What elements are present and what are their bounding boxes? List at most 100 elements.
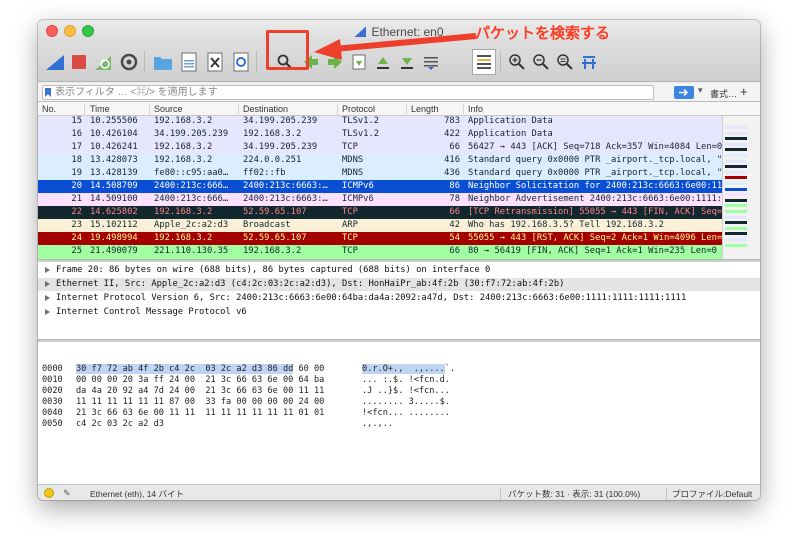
zoom-out-icon[interactable] xyxy=(530,51,552,73)
packet-row[interactable]: 21 14.509100 2400:213c:666… 2400:213c:6663:… xyxy=(38,193,722,206)
packet-row[interactable]: 23 15.102112 Apple_2c:a2:d3 Broadcast ARP 42 W… xyxy=(38,219,722,232)
stop-capture-icon[interactable] xyxy=(68,51,90,73)
packet-cell-dst: 192.168.3.2 xyxy=(243,246,302,256)
packet-row[interactable]: 19 13.428139 fe80::c95:aa0… ff02::fb MDNS 436… xyxy=(38,167,722,180)
status-profile[interactable]: プロファイル:Default xyxy=(672,488,752,500)
hex-bytes[interactable]: 11 11 11 11 11 11 87 00 33 fa 00 00 00 0… xyxy=(76,397,324,408)
column-header-protocol[interactable]: Protocol xyxy=(342,104,375,114)
detail-tree-label: Internet Protocol Version 6, Src: 2400:2… xyxy=(56,293,687,303)
packet-row[interactable]: 16 10.426104 34.199.205.239 192.168.3.2 TLSv… xyxy=(38,128,722,141)
packet-row[interactable]: 15 10.255506 192.168.3.2 34.199.205.239 TLSv… xyxy=(38,116,722,128)
close-file-icon[interactable] xyxy=(204,51,226,73)
detail-tree-label: Frame 20: 86 bytes on wire (688 bits), 8… xyxy=(56,265,491,275)
detail-tree-item[interactable]: Frame 20: 86 bytes on wire (688 bits), 8… xyxy=(38,264,760,277)
filter-history-dropdown[interactable]: ▾ xyxy=(698,85,703,96)
edit-comment-icon[interactable]: ✎ xyxy=(63,488,71,499)
expand-triangle-icon[interactable] xyxy=(45,295,50,301)
packet-cell-src: 2400:213c:666… xyxy=(154,194,229,204)
packet-cell-time: 13.428073 xyxy=(90,155,138,165)
annotation-arrow xyxy=(314,33,477,60)
hex-bytes-rest: 11 11 11 11 11 11 87 00 33 fa 00 00 00 0… xyxy=(76,397,325,407)
restart-capture-icon[interactable] xyxy=(92,51,114,73)
packet-row[interactable]: 22 14.625802 192.168.3.2 52.59.65.107 TCP 66 [… xyxy=(38,206,722,219)
display-filter-placeholder: 表示フィルタ … <⌘/> を適用します xyxy=(55,87,218,98)
minimap-mark xyxy=(725,232,747,236)
toolbar-separator xyxy=(144,51,145,73)
expand-triangle-icon[interactable] xyxy=(45,309,50,315)
packet-cell-time: 15.102112 xyxy=(90,220,138,230)
bookmark-icon[interactable] xyxy=(45,88,51,97)
packet-cell-proto: TCP xyxy=(342,246,358,256)
packet-cell-proto: TCP xyxy=(342,207,358,217)
packet-cell-len: 436 xyxy=(444,168,460,178)
packet-cell-info: 56427 → 443 [ACK] Seq=718 Ack=357 Win=40… xyxy=(468,142,722,152)
ascii-bytes[interactable]: 0.r.O+., .,....`. xyxy=(362,364,455,375)
display-filter-input[interactable]: 表示フィルタ … <⌘/> を適用します xyxy=(42,85,654,100)
zoom-in-icon[interactable] xyxy=(506,51,528,73)
add-filter-button[interactable]: + xyxy=(740,84,748,99)
reload-file-icon[interactable] xyxy=(230,51,252,73)
expand-triangle-icon[interactable] xyxy=(45,267,50,273)
minimap-mark xyxy=(725,170,747,174)
hex-bytes[interactable]: 21 3c 66 63 6e 00 11 11 11 11 11 11 11 1… xyxy=(76,408,324,419)
column-header-source[interactable]: Source xyxy=(154,104,183,114)
open-file-icon[interactable] xyxy=(152,51,174,73)
column-header-no[interactable]: No. xyxy=(42,104,56,114)
packet-cell-info: Standard query 0x0000 PTR _airport._tcp.… xyxy=(468,168,722,178)
packet-row[interactable]: 24 19.498994 192.168.3.2 52.59.65.107 TCP 54 5… xyxy=(38,232,722,245)
minimap-mark xyxy=(725,243,747,247)
expression-button[interactable]: 書式… xyxy=(710,87,737,100)
ascii-bytes[interactable]: ... :.$. !<fcn.d. xyxy=(362,375,450,386)
packet-cell-src: 2400:213c:666… xyxy=(154,181,229,191)
ascii-bytes[interactable]: ........ 3.....$. xyxy=(362,397,450,408)
packet-cell-info: Application Data xyxy=(468,116,553,126)
hex-bytes[interactable]: 30 f7 72 ab 4f 2b c4 2c 03 2c a2 d3 86 d… xyxy=(76,364,324,375)
status-bar: ✎ Ethernet (eth), 14 バイト パケット数: 31 · 表示:… xyxy=(38,484,760,500)
capture-options-icon[interactable] xyxy=(118,51,140,73)
packet-cell-src: 192.168.3.2 xyxy=(154,116,213,126)
save-file-icon[interactable] xyxy=(178,51,200,73)
expand-triangle-icon[interactable] xyxy=(45,281,50,287)
packet-row[interactable]: 25 21.490079 221.110.130.35 192.168.3.2 TCP 6… xyxy=(38,245,722,258)
detail-tree-label: Internet Control Message Protocol v6 xyxy=(56,307,247,317)
hex-bytes[interactable]: c4 2c 03 2c a2 d3 xyxy=(76,419,164,430)
packet-cell-no: 24 xyxy=(71,233,82,243)
packet-list-minimap[interactable] xyxy=(722,116,760,259)
hex-bytes-rest: da 4a 20 92 a4 7d 24 00 21 3c 66 63 6e 0… xyxy=(76,386,325,396)
normal-size-icon[interactable] xyxy=(554,51,576,73)
display-filter-bar: 表示フィルタ … <⌘/> を適用します ▾ 書式… + xyxy=(38,83,760,102)
packet-cell-time: 14.625802 xyxy=(90,207,138,217)
packet-cell-no: 16 xyxy=(71,129,82,139)
column-header-info[interactable]: Info xyxy=(468,104,483,114)
packet-cell-src: 192.168.3.2 xyxy=(154,142,213,152)
detail-tree-item[interactable]: Internet Control Message Protocol v6 xyxy=(38,306,760,319)
hex-bytes[interactable]: 00 00 00 20 3a ff 24 00 21 3c 66 63 6e 0… xyxy=(76,375,324,386)
packet-cell-time: 21.490079 xyxy=(90,246,138,256)
column-header-time[interactable]: Time xyxy=(90,104,110,114)
hex-bytes[interactable]: da 4a 20 92 a4 7d 24 00 21 3c 66 63 6e 0… xyxy=(76,386,324,397)
column-header-destination[interactable]: Destination xyxy=(243,104,288,114)
shark-fin-start-icon[interactable] xyxy=(44,51,66,73)
detail-tree-item[interactable]: Internet Protocol Version 6, Src: 2400:2… xyxy=(38,292,760,305)
annotation-label: パケットを検索する xyxy=(475,25,611,42)
packet-cell-len: 783 xyxy=(444,116,460,126)
detail-tree-item[interactable]: Ethernet II, Src: Apple_2c:a2:d3 (c4:2c:… xyxy=(38,278,760,291)
minimap-mark xyxy=(725,204,747,208)
expert-info-indicator[interactable] xyxy=(44,488,54,498)
apply-filter-button[interactable] xyxy=(674,86,694,99)
packet-row[interactable]: 17 10.426241 192.168.3.2 34.199.205.239 TCP 6… xyxy=(38,141,722,154)
packet-cell-proto: MDNS xyxy=(342,168,364,178)
column-header-length[interactable]: Length xyxy=(411,104,439,114)
minimap-mark xyxy=(725,187,747,191)
resize-columns-icon[interactable] xyxy=(578,51,600,73)
ascii-bytes[interactable]: .,.,.. xyxy=(362,419,393,430)
packet-row[interactable]: 18 13.428073 192.168.3.2 224.0.0.251 MDNS 416… xyxy=(38,154,722,167)
ascii-bytes[interactable]: !<fcn... ........ xyxy=(362,408,450,419)
packet-cell-time: 14.509100 xyxy=(90,194,138,204)
packet-row[interactable]: 20 14.508709 2400:213c:666… 2400:213c:6663:… xyxy=(38,180,722,193)
detail-tree-label: Ethernet II, Src: Apple_2c:a2:d3 (c4:2c:… xyxy=(56,279,565,289)
packet-cell-len: 78 xyxy=(449,194,460,204)
packet-list: 15 10.255506 192.168.3.2 34.199.205.239 TLSv… xyxy=(38,116,722,259)
ascii-bytes[interactable]: .J ..}$. !<fcn... xyxy=(362,386,450,397)
packet-cell-no: 18 xyxy=(71,155,82,165)
